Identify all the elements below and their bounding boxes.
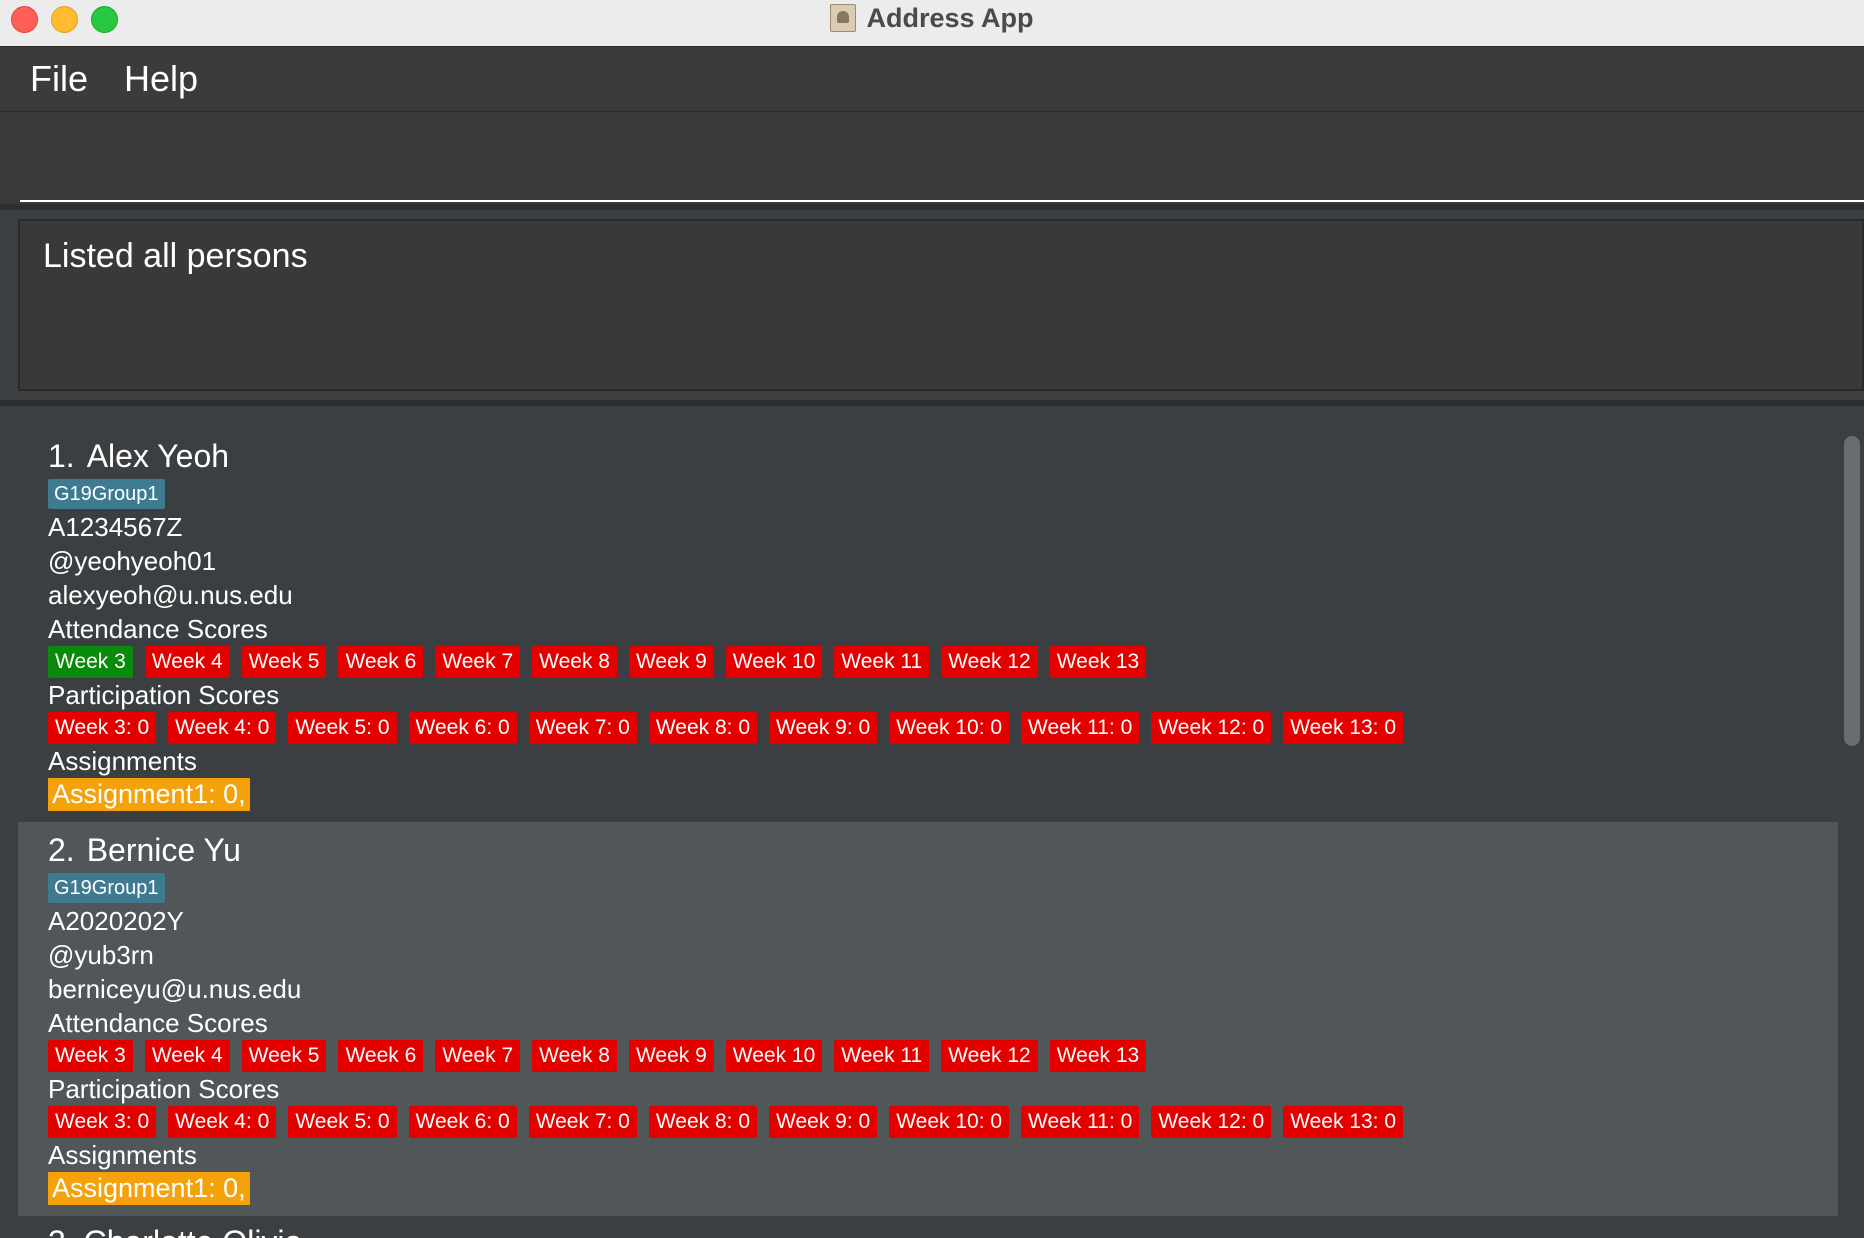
person-name: Alex Yeoh xyxy=(86,438,230,474)
participation-badge: Week 11: 0 xyxy=(1021,1106,1140,1138)
participation-badge: Week 12: 0 xyxy=(1151,1106,1272,1138)
telegram-handle: @yub3rn xyxy=(48,940,154,970)
assignment-badge: Assignment1: 0, xyxy=(48,778,250,811)
attendance-badge: Week 5 xyxy=(241,646,327,678)
group-tag: G19Group1 xyxy=(48,873,165,903)
participation-badge: Week 9: 0 xyxy=(769,1106,878,1138)
assignments-label: Assignments xyxy=(48,1140,197,1170)
attendance-badge: Week 3 xyxy=(48,1040,133,1072)
participation-badge: Week 10: 0 xyxy=(889,1106,1010,1138)
assignments-label: Assignments xyxy=(48,746,197,776)
command-box xyxy=(0,112,1864,204)
participation-badge: Week 8: 0 xyxy=(648,1106,758,1138)
person-index: 1. xyxy=(48,438,75,474)
person-list-panel: 1. Alex Yeoh G19Group1 A1234567Z @yeohyeo… xyxy=(0,410,1864,1238)
person-index: 2. xyxy=(48,832,75,868)
attendance-badge: Week 7 xyxy=(435,646,521,678)
person-card[interactable]: 3. Charlotte Olivia xyxy=(18,1216,1838,1238)
attendance-badge: Week 12 xyxy=(941,1040,1038,1072)
student-id: A2020202Y xyxy=(48,906,184,936)
attendance-badge: Week 12 xyxy=(941,646,1038,678)
participation-badge: Week 6: 0 xyxy=(408,712,517,744)
participation-badge: Week 8: 0 xyxy=(648,712,758,744)
attendance-badge: Week 3 xyxy=(48,646,133,678)
menu-help[interactable]: Help xyxy=(110,58,220,100)
telegram-handle: @yeohyeoh01 xyxy=(48,546,217,576)
participation-badge: Week 3: 0 xyxy=(48,712,157,744)
participation-badge: Week 13: 0 xyxy=(1283,1106,1404,1138)
person-header: 1. Alex Yeoh xyxy=(48,438,229,475)
list-scrollbar[interactable] xyxy=(1840,418,1864,1238)
attendance-badge: Week 5 xyxy=(241,1040,327,1072)
email: berniceyu@u.nus.edu xyxy=(48,974,302,1004)
group-tag: G19Group1 xyxy=(48,479,165,509)
menu-bar: File Help xyxy=(0,47,1864,112)
participation-badge: Week 13: 0 xyxy=(1283,712,1404,744)
participation-badges: Week 3: 0 Week 4: 0 Week 5: 0 Week 6: 0 … xyxy=(48,712,1404,744)
person-card[interactable]: 2. Bernice Yu G19Group1 A2020202Y @yub3rn… xyxy=(18,822,1838,1216)
attendance-badge: Week 7 xyxy=(435,1040,521,1072)
attendance-badge: Week 13 xyxy=(1049,1040,1147,1072)
window-title: Address App xyxy=(0,0,1864,36)
participation-badge: Week 5: 0 xyxy=(288,1106,397,1138)
participation-badge: Week 4: 0 xyxy=(168,712,277,744)
attendance-badge: Week 11 xyxy=(834,1040,930,1072)
participation-badge: Week 9: 0 xyxy=(769,712,878,744)
attendance-badge: Week 10 xyxy=(725,646,823,678)
result-display: Listed all persons xyxy=(18,219,1864,391)
result-message: Listed all persons xyxy=(43,237,308,275)
person-card[interactable]: 1. Alex Yeoh G19Group1 A1234567Z @yeohyeo… xyxy=(18,428,1838,822)
person-header: 2. Bernice Yu xyxy=(48,832,241,869)
assignment-badge: Assignment1: 0, xyxy=(48,1172,250,1205)
attendance-badge: Week 4 xyxy=(144,646,230,678)
attendance-badge: Week 10 xyxy=(725,1040,823,1072)
attendance-badge: Week 8 xyxy=(532,1040,617,1072)
participation-label: Participation Scores xyxy=(48,1074,280,1104)
person-header: 3. Charlotte Olivia xyxy=(48,1224,302,1238)
address-book-icon xyxy=(830,4,857,32)
attendance-badges: Week 3 Week 4 Week 5 Week 6 Week 7 Week … xyxy=(48,646,1147,678)
participation-badge: Week 7: 0 xyxy=(528,1106,637,1138)
attendance-label: Attendance Scores xyxy=(48,1008,268,1038)
attendance-badge: Week 9 xyxy=(628,1040,714,1072)
menu-file[interactable]: File xyxy=(0,58,110,100)
participation-badge: Week 7: 0 xyxy=(528,712,637,744)
attendance-badge: Week 4 xyxy=(144,1040,230,1072)
student-id: A1234567Z xyxy=(48,512,183,542)
scrollbar-thumb[interactable] xyxy=(1844,436,1860,746)
divider xyxy=(0,204,1864,210)
attendance-badge: Week 11 xyxy=(834,646,930,678)
window-title-text: Address App xyxy=(866,2,1034,33)
participation-badge: Week 11: 0 xyxy=(1021,712,1140,744)
participation-badges: Week 3: 0 Week 4: 0 Week 5: 0 Week 6: 0 … xyxy=(48,1106,1404,1138)
attendance-badges: Week 3 Week 4 Week 5 Week 6 Week 7 Week … xyxy=(48,1040,1147,1072)
participation-badge: Week 4: 0 xyxy=(168,1106,277,1138)
participation-badge: Week 6: 0 xyxy=(408,1106,517,1138)
participation-badge: Week 3: 0 xyxy=(48,1106,157,1138)
attendance-badge: Week 13 xyxy=(1049,646,1147,678)
participation-badge: Week 10: 0 xyxy=(889,712,1010,744)
person-list[interactable]: 1. Alex Yeoh G19Group1 A1234567Z @yeohyeo… xyxy=(18,428,1838,1238)
participation-label: Participation Scores xyxy=(48,680,280,710)
divider xyxy=(0,400,1864,406)
attendance-label: Attendance Scores xyxy=(48,614,268,644)
person-name: Bernice Yu xyxy=(86,832,241,868)
attendance-badge: Week 9 xyxy=(628,646,714,678)
email: alexyeoh@u.nus.edu xyxy=(48,580,293,610)
participation-badge: Week 5: 0 xyxy=(288,712,397,744)
attendance-badge: Week 6 xyxy=(338,646,424,678)
participation-badge: Week 12: 0 xyxy=(1151,712,1272,744)
attendance-badge: Week 6 xyxy=(338,1040,424,1072)
attendance-badge: Week 8 xyxy=(532,646,617,678)
window-title-bar: Address App xyxy=(0,0,1864,47)
command-input[interactable] xyxy=(20,120,1864,202)
